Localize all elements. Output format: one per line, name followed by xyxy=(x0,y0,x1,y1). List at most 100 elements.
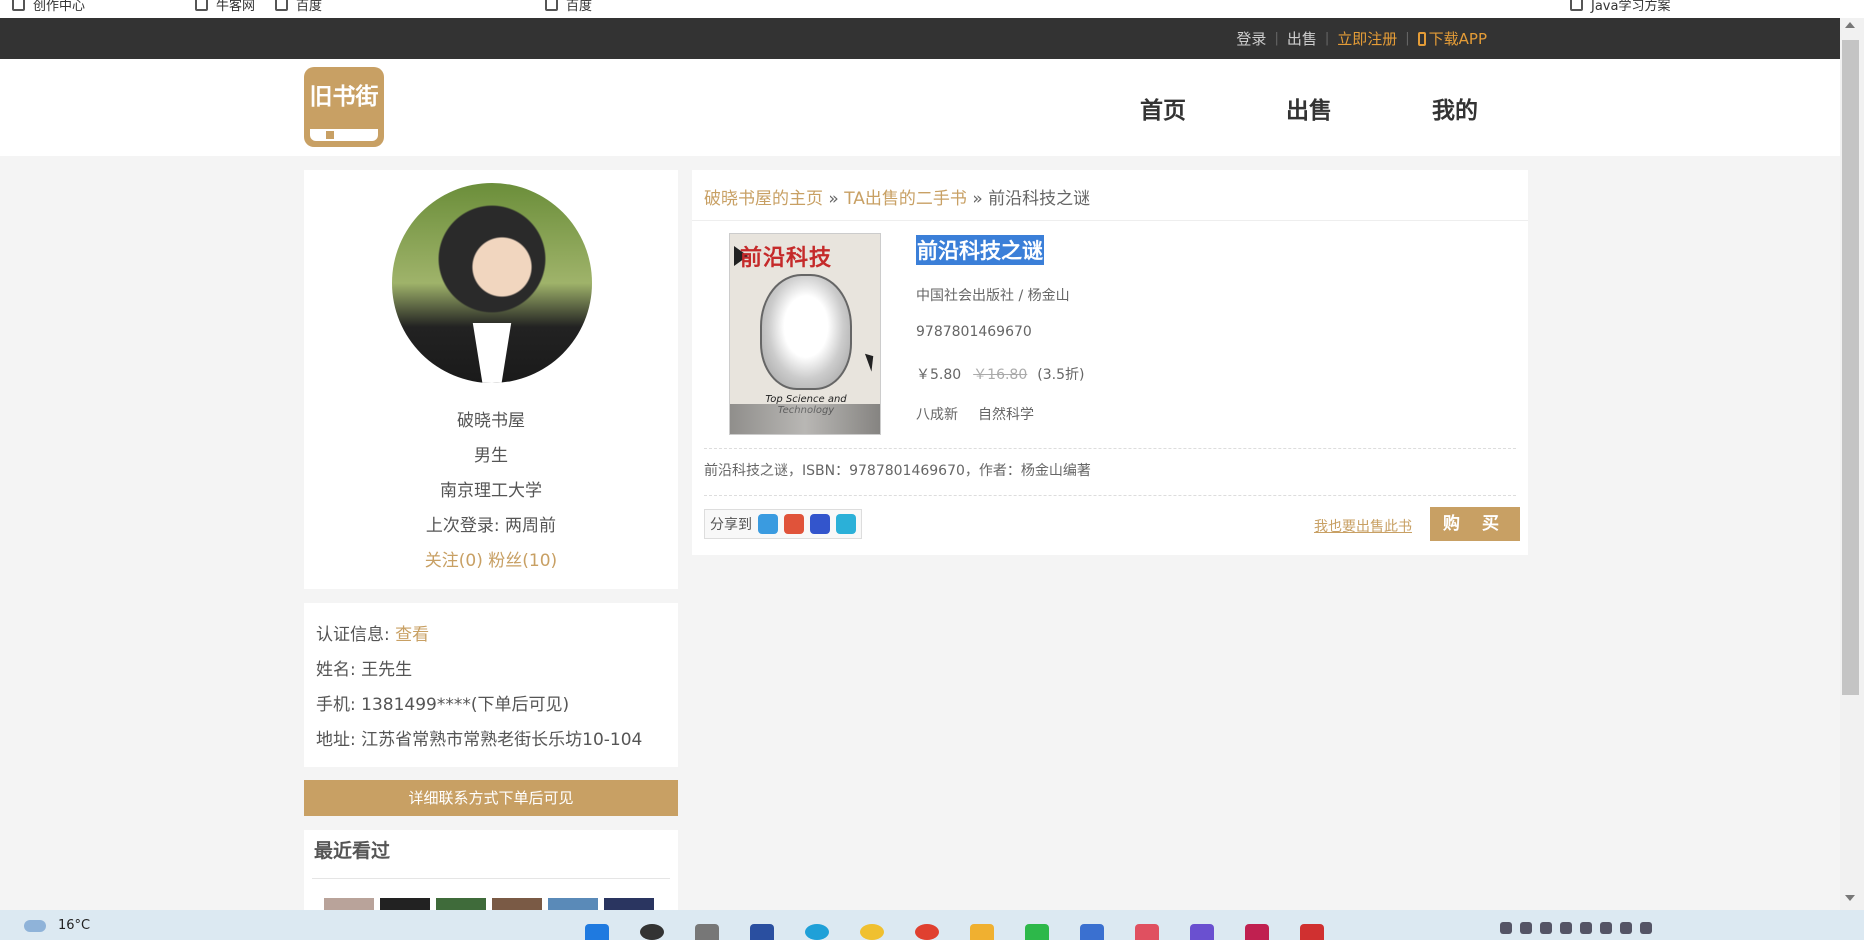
tray-icon[interactable] xyxy=(1540,922,1552,934)
tray-icon[interactable] xyxy=(1520,922,1532,934)
recent-book-thumb[interactable] xyxy=(604,898,654,910)
top-bar: 登录 | 出售 | 立即注册 | 下载APP xyxy=(0,18,1840,59)
app-icon[interactable] xyxy=(750,924,774,940)
taskbar: 16°C xyxy=(0,910,1864,940)
start-icon[interactable] xyxy=(585,924,609,940)
scrollbar-thumb[interactable] xyxy=(1842,40,1859,695)
book-price-row: ￥5.80 ￥16.80 (3.5折) xyxy=(916,364,1084,384)
book-title: 前沿科技之谜 xyxy=(916,235,1044,265)
bookmark-item[interactable]: 创作中心 xyxy=(12,0,85,14)
book-description: 前沿科技之谜，ISBN：9787801469670，作者：杨金山编著 xyxy=(704,463,1091,479)
sell-this-book-link[interactable]: 我也要出售此书 xyxy=(1314,516,1412,536)
page-icon xyxy=(275,0,288,11)
tray-icon[interactable] xyxy=(1560,922,1572,934)
breadcrumb-list[interactable]: TA出售的二手书 xyxy=(844,189,967,209)
seller-profile-card: 破晓书屋 男生 南京理工大学 上次登录: 两周前 关注(0) 粉丝(10) xyxy=(304,170,678,589)
site-logo[interactable]: 旧书街 xyxy=(304,67,384,147)
book-publisher-author: 中国社会出版社 / 杨金山 xyxy=(916,288,1070,304)
system-tray xyxy=(1500,922,1652,934)
search-icon[interactable] xyxy=(640,924,664,940)
buy-button[interactable]: 购 买 xyxy=(1430,507,1520,541)
chrome-icon[interactable] xyxy=(860,924,884,940)
sell-link[interactable]: 出售 xyxy=(1287,28,1317,49)
chevron-up-icon[interactable] xyxy=(1500,922,1512,934)
book-cover-image[interactable]: 前沿科技 Top Science and Technology xyxy=(729,233,881,435)
recent-book-thumb[interactable] xyxy=(548,898,598,910)
nav-mine[interactable]: 我的 xyxy=(1432,91,1478,125)
book-condition: 八成新 xyxy=(916,407,958,423)
edge-icon[interactable] xyxy=(805,924,829,940)
divider: | xyxy=(1405,31,1410,46)
bookmark-item[interactable]: 牛客网 xyxy=(195,0,255,14)
recently-viewed: 最近看过 xyxy=(304,830,678,910)
battery-icon[interactable] xyxy=(1640,922,1652,934)
seller-address: 地址: 江苏省常熟市常熟老街长乐坊10-104 xyxy=(316,730,643,750)
app-icon[interactable] xyxy=(1135,924,1159,940)
book-discount: (3.5折) xyxy=(1037,367,1085,383)
book-original-price: ￥16.80 xyxy=(973,367,1028,383)
breadcrumb-home[interactable]: 破晓书屋的主页 xyxy=(704,189,823,209)
breadcrumb: 破晓书屋的主页 » TA出售的二手书 » 前沿科技之谜 xyxy=(704,189,1091,209)
share-box: 分享到 xyxy=(704,509,862,539)
cloud-icon xyxy=(24,919,46,932)
book-detail-card: 破晓书屋的主页 » TA出售的二手书 » 前沿科技之谜 前沿科技 Top Sci… xyxy=(692,170,1528,555)
page-icon xyxy=(1570,0,1583,11)
qzone-icon[interactable] xyxy=(758,514,778,534)
wechat-icon[interactable] xyxy=(1025,924,1049,940)
book-icon xyxy=(310,129,378,141)
register-link[interactable]: 立即注册 xyxy=(1337,28,1397,49)
phone-icon xyxy=(1417,32,1426,46)
seller-realname: 姓名: 王先生 xyxy=(316,660,413,680)
bookmark-item[interactable]: 百度 xyxy=(545,0,592,14)
recent-book-thumb[interactable] xyxy=(436,898,486,910)
cert-info: 认证信息: 查看 xyxy=(316,625,430,645)
seller-name: 破晓书屋 xyxy=(457,411,525,431)
baidu-icon[interactable] xyxy=(810,514,830,534)
app-icon[interactable] xyxy=(1190,924,1214,940)
wifi-icon[interactable] xyxy=(1600,922,1612,934)
follow-fans: 关注(0) 粉丝(10) xyxy=(304,546,678,571)
app-icon[interactable] xyxy=(1080,924,1104,940)
recent-book-thumb[interactable] xyxy=(324,898,374,910)
app-icon[interactable] xyxy=(1300,924,1324,940)
fans-link[interactable]: 粉丝(10) xyxy=(488,551,557,571)
download-app-link[interactable]: 下载APP xyxy=(1417,28,1487,49)
bookmark-item[interactable]: Java学习方案 xyxy=(1570,0,1670,14)
nav-home[interactable]: 首页 xyxy=(1140,91,1186,125)
nav-sell[interactable]: 出售 xyxy=(1286,91,1332,125)
cert-view-link[interactable]: 查看 xyxy=(395,625,429,645)
bookmark-item[interactable]: 百度 xyxy=(275,0,322,14)
recent-title: 最近看过 xyxy=(314,840,391,862)
weather-widget[interactable]: 16°C xyxy=(24,918,90,933)
page-icon xyxy=(195,0,208,11)
intellij-icon[interactable] xyxy=(1245,924,1269,940)
site-header: 旧书街 首页 出售 我的 xyxy=(0,59,1840,156)
page-icon xyxy=(545,0,558,11)
divider: | xyxy=(1324,31,1330,46)
seller-school: 南京理工大学 xyxy=(440,481,542,501)
scroll-down-icon[interactable] xyxy=(1845,895,1855,901)
volume-icon[interactable] xyxy=(1620,922,1632,934)
top-nav: 登录 | 出售 | 立即注册 | 下载APP xyxy=(1236,18,1487,59)
folder-icon[interactable] xyxy=(970,924,994,940)
login-link[interactable]: 登录 xyxy=(1236,28,1266,49)
share-label: 分享到 xyxy=(710,517,752,533)
recent-book-thumb[interactable] xyxy=(492,898,542,910)
weibo-icon[interactable] xyxy=(784,514,804,534)
tray-icon[interactable] xyxy=(1580,922,1592,934)
page-icon xyxy=(12,0,25,11)
book-isbn: 9787801469670 xyxy=(916,324,1032,340)
qq-icon[interactable] xyxy=(836,514,856,534)
book-tags: 八成新 自然科学 xyxy=(916,404,1034,424)
chrome-icon[interactable] xyxy=(915,924,939,940)
task-view-icon[interactable] xyxy=(695,924,719,940)
avatar xyxy=(392,183,592,383)
book-category: 自然科学 xyxy=(978,407,1034,423)
follow-link[interactable]: 关注(0) xyxy=(425,551,483,571)
divider: | xyxy=(1274,31,1279,46)
scroll-up-icon[interactable] xyxy=(1845,22,1855,28)
last-login: 上次登录: 两周前 xyxy=(425,516,557,536)
recent-book-thumb[interactable] xyxy=(380,898,430,910)
seller-info-card: 认证信息: 查看 姓名: 王先生 手机: 1381499****(下单后可见) … xyxy=(304,603,678,767)
seller-phone: 手机: 1381499****(下单后可见) xyxy=(316,695,570,715)
